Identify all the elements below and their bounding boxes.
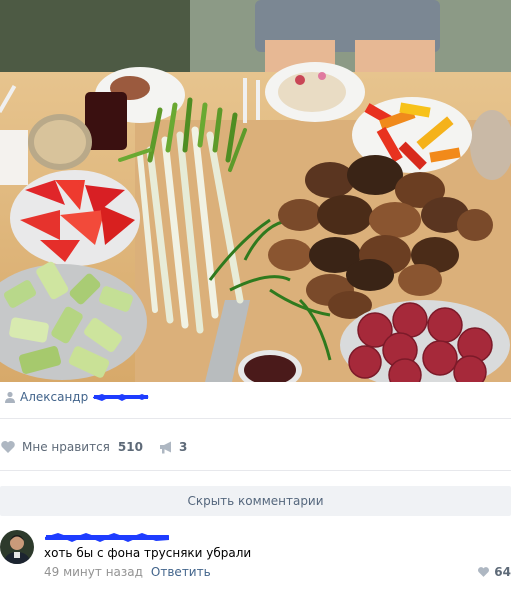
photo-image bbox=[0, 0, 511, 382]
comment-timestamp[interactable]: 49 минут назад bbox=[44, 565, 143, 579]
avatar[interactable] bbox=[0, 530, 34, 564]
comment-meta: 49 минут назад Ответить bbox=[44, 565, 211, 579]
divider bbox=[0, 418, 511, 419]
redaction-scribble bbox=[93, 394, 150, 401]
post-actions: Мне нравится 510 3 bbox=[0, 437, 187, 457]
redaction-scribble bbox=[45, 533, 169, 542]
hide-comments-label: Скрыть комментарии bbox=[187, 494, 324, 508]
post-photo[interactable] bbox=[0, 0, 511, 382]
reply-link[interactable]: Ответить bbox=[151, 565, 211, 579]
comment-text: хоть бы с фона трусняки убрали bbox=[44, 546, 252, 560]
comment: хоть бы с фона трусняки убрали 49 минут … bbox=[0, 528, 511, 588]
like-count: 510 bbox=[117, 440, 143, 454]
heart-icon bbox=[478, 567, 490, 577]
hide-comments-button[interactable]: Скрыть комментарии bbox=[0, 486, 511, 516]
avatar-image bbox=[0, 530, 34, 564]
share-count: 3 bbox=[178, 440, 188, 454]
like-button[interactable]: Мне нравится 510 bbox=[0, 440, 143, 454]
author-name-link[interactable]: Александр bbox=[20, 390, 88, 404]
person-icon bbox=[5, 391, 15, 403]
share-button[interactable]: 3 bbox=[159, 440, 187, 454]
heart-icon bbox=[1, 441, 15, 453]
comment-like-button[interactable]: 64 bbox=[477, 565, 511, 579]
like-label: Мне нравится bbox=[22, 440, 110, 454]
post-author: Александр bbox=[4, 388, 150, 406]
divider bbox=[0, 470, 511, 471]
megaphone-icon bbox=[159, 441, 171, 453]
comment-like-count: 64 bbox=[494, 565, 511, 579]
